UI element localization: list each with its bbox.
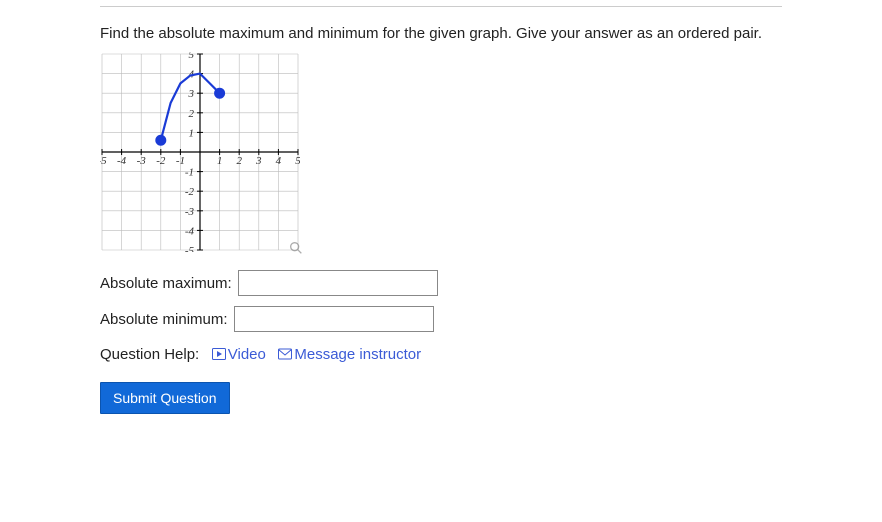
absolute-min-row: Absolute minimum: [100, 306, 862, 332]
envelope-icon [278, 347, 292, 364]
chart-svg: -5-4-3-2-112345-5-4-3-2-112345 [100, 52, 300, 252]
magnify-icon[interactable] [288, 240, 304, 256]
svg-text:1: 1 [189, 127, 195, 139]
question-help-label: Question Help: [100, 346, 199, 363]
svg-text:-3: -3 [137, 155, 147, 167]
svg-text:5: 5 [295, 155, 300, 167]
svg-text:5: 5 [189, 52, 195, 61]
video-link[interactable]: Video [212, 346, 270, 363]
question-prompt: Find the absolute maximum and minimum fo… [100, 25, 862, 42]
absolute-max-label: Absolute maximum: [100, 275, 232, 292]
svg-text:2: 2 [189, 108, 195, 120]
svg-text:-2: -2 [185, 186, 195, 198]
svg-text:3: 3 [255, 155, 262, 167]
svg-text:2: 2 [236, 155, 242, 167]
question-help: Question Help: Video Message instructor [100, 346, 862, 364]
svg-text:-1: -1 [176, 155, 185, 167]
svg-text:-3: -3 [185, 206, 195, 218]
svg-text:1: 1 [217, 155, 223, 167]
divider [100, 6, 782, 7]
svg-text:-1: -1 [185, 167, 194, 179]
svg-text:3: 3 [188, 88, 195, 100]
svg-text:-5: -5 [100, 155, 107, 167]
submit-button[interactable]: Submit Question [100, 382, 230, 414]
svg-text:-5: -5 [185, 245, 195, 252]
svg-text:-4: -4 [185, 225, 195, 237]
video-link-text: Video [228, 346, 266, 363]
graph: -5-4-3-2-112345-5-4-3-2-112345 [100, 52, 300, 252]
message-instructor-text: Message instructor [294, 346, 421, 363]
svg-text:4: 4 [276, 155, 282, 167]
video-icon [212, 347, 226, 364]
svg-text:-4: -4 [117, 155, 127, 167]
absolute-max-input[interactable] [238, 270, 438, 296]
svg-text:-2: -2 [156, 155, 166, 167]
absolute-max-row: Absolute maximum: [100, 270, 862, 296]
absolute-min-label: Absolute minimum: [100, 311, 228, 328]
message-instructor-link[interactable]: Message instructor [278, 346, 421, 363]
question-body: Find the absolute maximum and minimum fo… [100, 25, 862, 414]
absolute-min-input[interactable] [234, 306, 434, 332]
